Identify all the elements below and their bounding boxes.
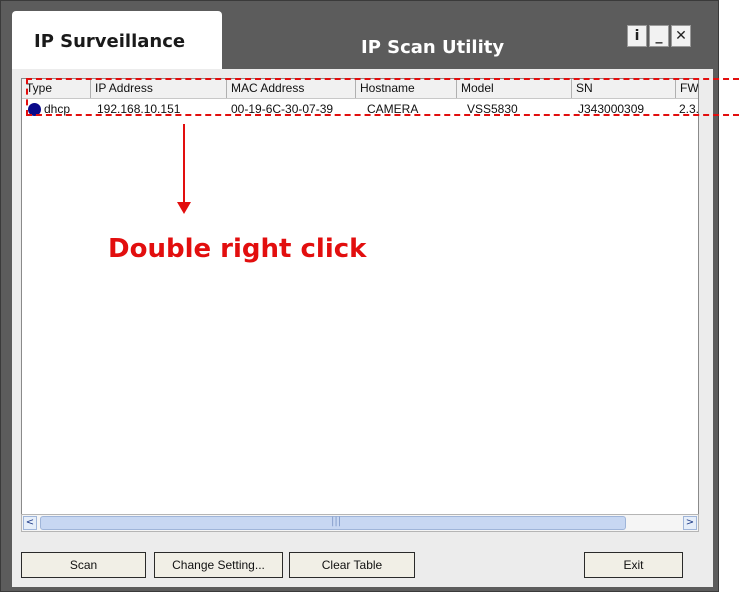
column-header-ip-address[interactable]: IP Address (91, 79, 227, 98)
clear-table-button[interactable]: Clear Table (289, 552, 415, 578)
close-icon[interactable]: ✕ (671, 25, 691, 47)
scroll-right-icon[interactable]: > (683, 516, 697, 530)
exit-button[interactable]: Exit (584, 552, 683, 578)
annotation-dash-left (26, 78, 28, 116)
column-header-fw[interactable]: FW (676, 79, 698, 98)
column-header-hostname[interactable]: Hostname (356, 79, 457, 98)
column-header-model[interactable]: Model (457, 79, 572, 98)
change-setting-button[interactable]: Change Setting... (154, 552, 283, 578)
annotation-text: Double right click (108, 234, 367, 264)
column-header-type[interactable]: Type (22, 79, 91, 98)
column-header-mac-address[interactable]: MAC Address (227, 79, 356, 98)
device-list[interactable]: Type IP Address MAC Address Hostname Mod… (21, 78, 699, 532)
window-controls: i _ ✕ (627, 25, 691, 47)
tab-ip-surveillance[interactable]: IP Surveillance (12, 11, 222, 69)
column-header-sn[interactable]: SN (572, 79, 676, 98)
scroll-thumb[interactable]: ||| (40, 516, 626, 530)
annotation-dash-bottom (26, 114, 739, 116)
info-icon[interactable]: i (627, 25, 647, 47)
tab-label: IP Surveillance (34, 31, 186, 52)
table-header: Type IP Address MAC Address Hostname Mod… (22, 79, 698, 99)
grip-icon: ||| (331, 516, 342, 527)
scan-button[interactable]: Scan (21, 552, 146, 578)
annotation-dash-top (26, 78, 739, 80)
minimize-icon[interactable]: _ (649, 25, 669, 47)
annotation-arrow-line (183, 124, 185, 204)
down-arrow-icon (177, 202, 191, 214)
horizontal-scrollbar[interactable]: < ||| > (21, 514, 699, 532)
scroll-left-icon[interactable]: < (23, 516, 37, 530)
window-title: IP Scan Utility (361, 37, 505, 58)
